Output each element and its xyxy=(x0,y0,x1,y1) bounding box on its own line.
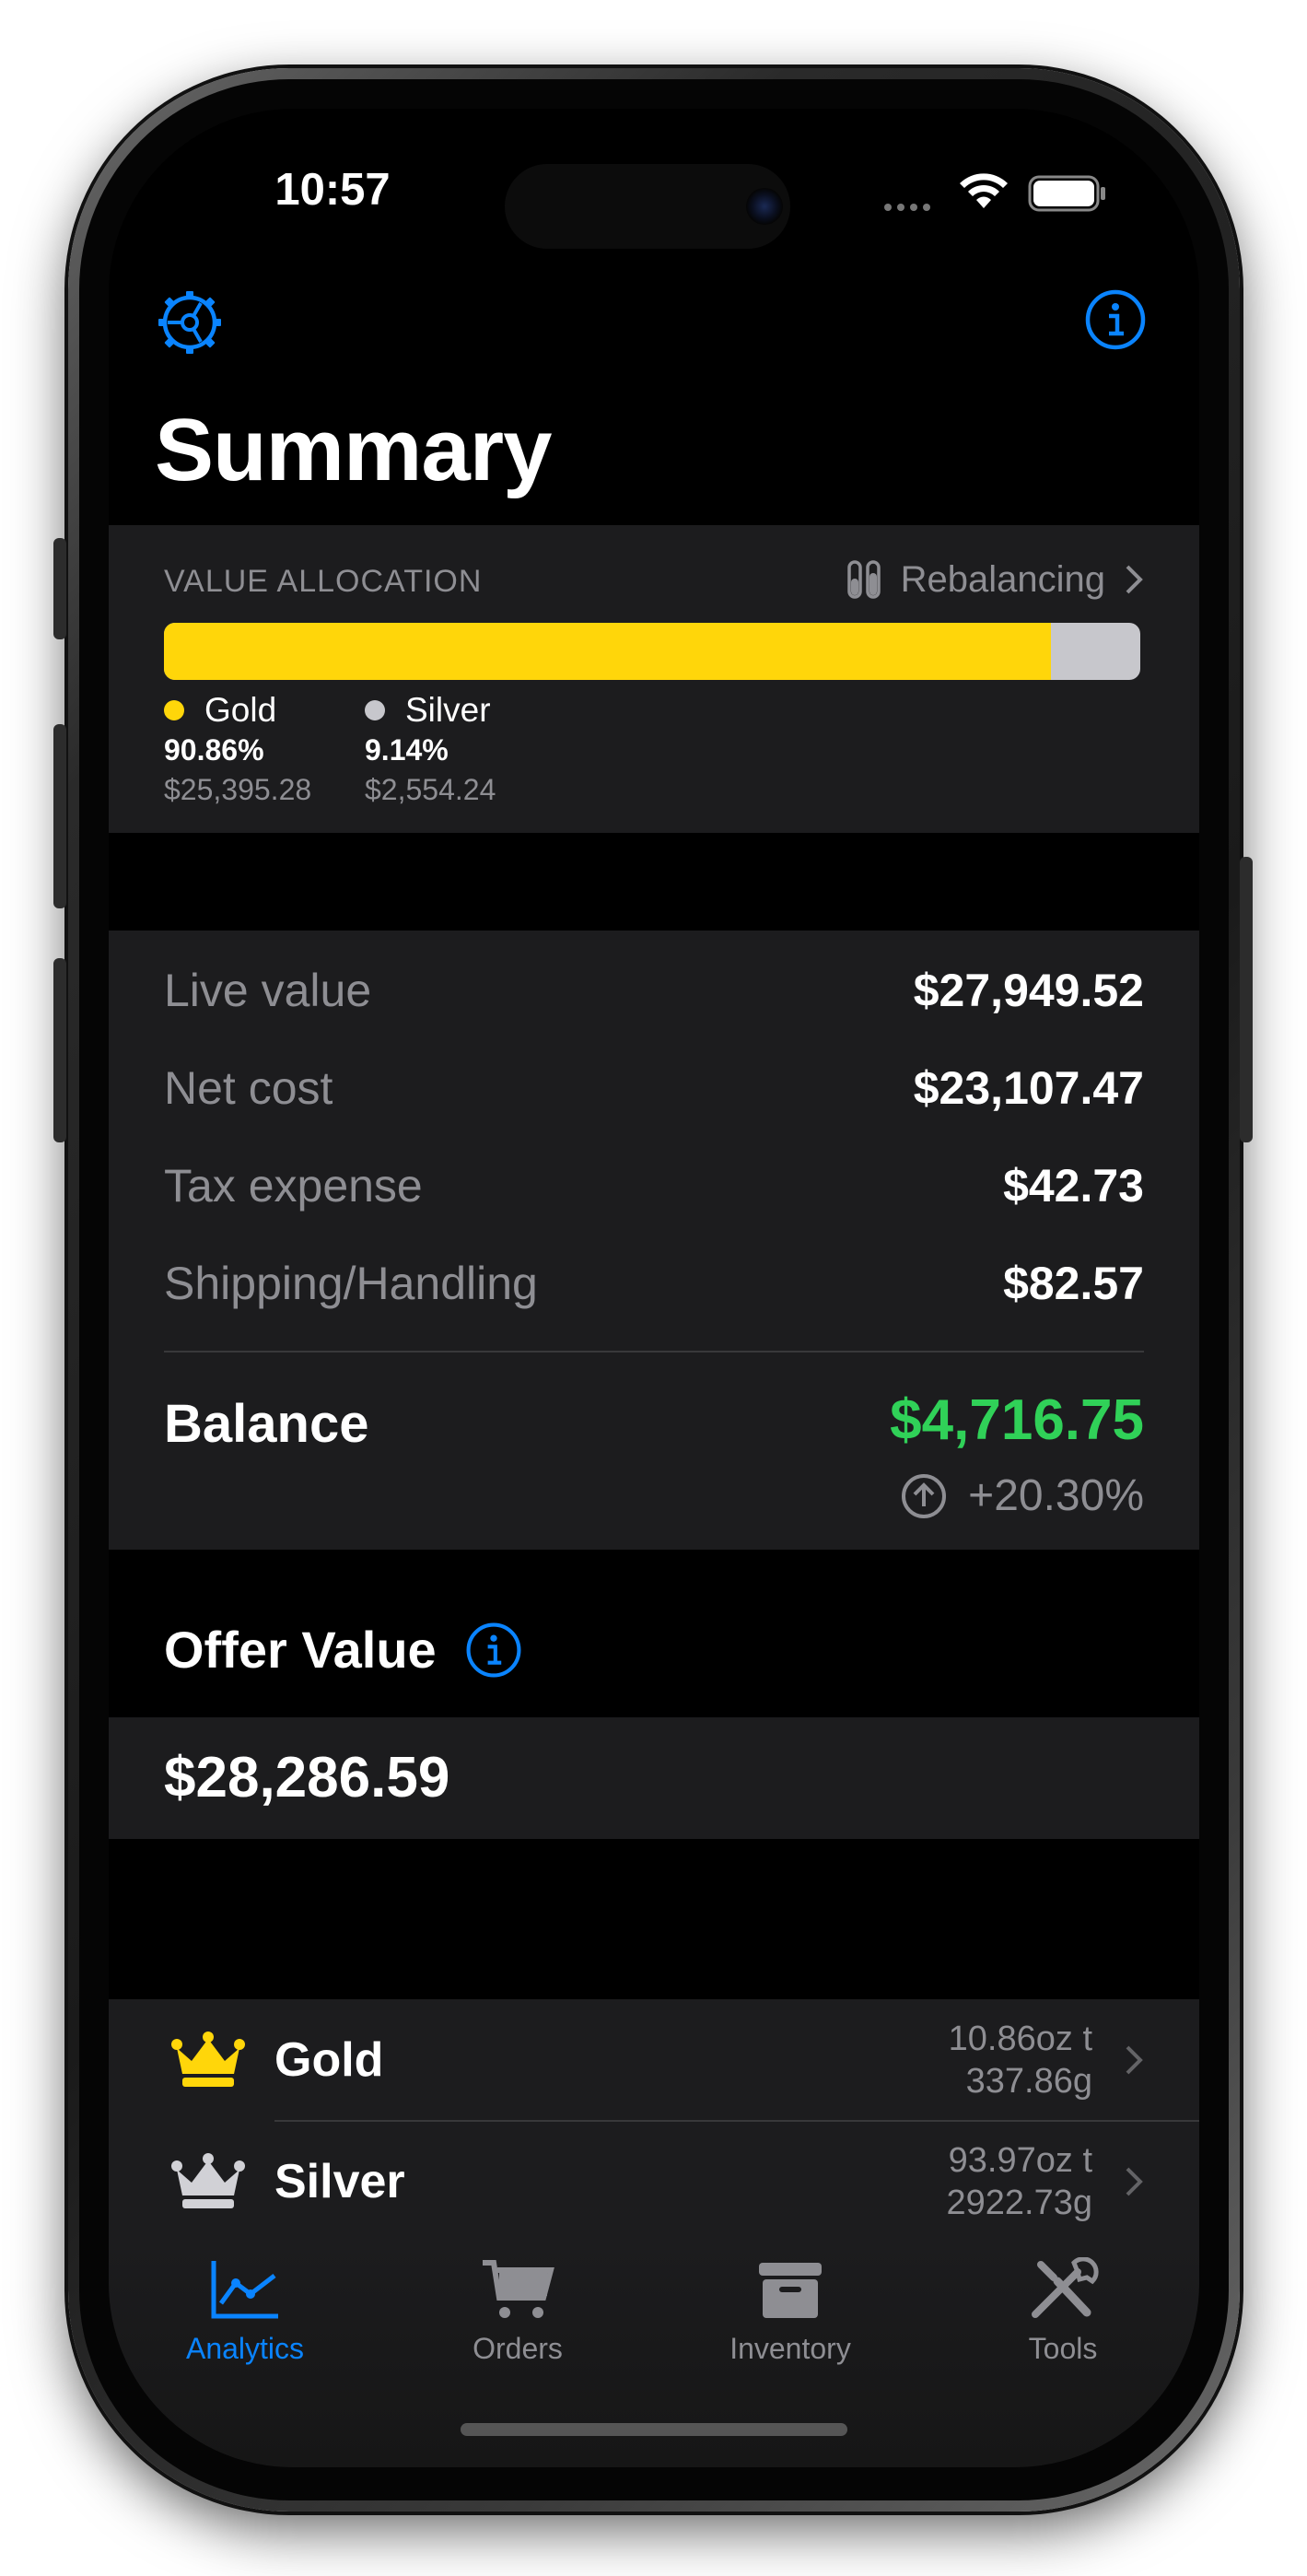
metals-list: Gold 10.86oz t 337.86g Silver 93.97oz t … xyxy=(109,1999,1199,2242)
tools-icon xyxy=(1032,2256,1099,2318)
allocation-bar xyxy=(164,623,1140,680)
info-icon[interactable] xyxy=(1083,287,1148,352)
crown-icon xyxy=(171,2032,245,2087)
tax-expense-label: Tax expense xyxy=(164,1160,423,1212)
tab-analytics[interactable]: Analytics xyxy=(109,2257,381,2366)
power-button xyxy=(1240,857,1253,1142)
totals-divider xyxy=(164,1351,1144,1352)
status-time: 10:57 xyxy=(274,165,391,215)
live-value-amount: $27,949.52 xyxy=(913,965,1144,1016)
silver-grams: 2922.73g xyxy=(946,2184,1093,2222)
gold-dot-icon xyxy=(164,700,184,720)
shipping-row: Shipping/Handling $82.57 xyxy=(164,1257,1144,1310)
legend-gold-name: Gold xyxy=(204,691,277,729)
tax-expense-amount: $42.73 xyxy=(1003,1160,1144,1212)
balance-value: $4,716.75 xyxy=(890,1388,1144,1452)
tab-orders[interactable]: Orders xyxy=(381,2257,654,2366)
legend-silver-name: Silver xyxy=(405,691,491,729)
metal-weights-silver: 93.97oz t 2922.73g xyxy=(947,2139,1093,2224)
chevron-right-icon xyxy=(1126,2045,1143,2075)
tab-tools-label: Tools xyxy=(1028,2332,1098,2365)
allocation-header: VALUE ALLOCATION xyxy=(164,564,483,599)
settings-gear-icon[interactable] xyxy=(155,287,225,357)
tab-analytics-label: Analytics xyxy=(185,2332,305,2365)
legend-silver-percent: 9.14% xyxy=(365,733,449,767)
legend-silver-amount: $2,554.24 xyxy=(365,773,496,806)
metal-name-silver: Silver xyxy=(274,2155,405,2208)
chevron-right-icon xyxy=(1126,565,1143,594)
camera-icon xyxy=(746,188,783,225)
live-value-row: Live value $27,949.52 xyxy=(164,964,1144,1017)
offer-value-heading: Offer Value xyxy=(164,1620,523,1680)
shipping-amount: $82.57 xyxy=(1003,1258,1144,1309)
cart-icon xyxy=(483,2260,554,2318)
balance-label: Balance xyxy=(164,1394,369,1454)
offer-value-card: $28,286.59 xyxy=(109,1717,1199,1839)
shipping-label: Shipping/Handling xyxy=(164,1258,538,1309)
live-value-label: Live value xyxy=(164,965,372,1016)
metal-weights-gold: 10.86oz t 337.86g xyxy=(949,2018,1092,2102)
net-cost-row: Net cost $23,107.47 xyxy=(164,1061,1144,1115)
legend-gold-percent: 90.86% xyxy=(164,733,264,767)
silver-dot-icon xyxy=(365,700,385,720)
tab-tools[interactable]: Tools xyxy=(927,2256,1199,2366)
volume-down-button xyxy=(53,958,66,1142)
signal-icon xyxy=(884,199,936,216)
page-title: Summary xyxy=(155,401,553,499)
tab-orders-label: Orders xyxy=(473,2332,563,2365)
silver-oz: 93.97oz t xyxy=(948,2141,1092,2180)
tax-expense-row: Tax expense $42.73 xyxy=(164,1159,1144,1212)
action-button xyxy=(53,538,66,639)
volume-up-button xyxy=(53,724,66,908)
home-indicator[interactable] xyxy=(461,2423,847,2436)
metal-row-gold[interactable]: Gold 10.86oz t 337.86g xyxy=(109,1999,1199,2122)
balance-percent: +20.30% xyxy=(900,1470,1144,1521)
value-allocation-card: VALUE ALLOCATION Rebalancing Gold 90.86%… xyxy=(109,525,1199,833)
screen: 10:57 Summary VALUE ALLOCATION Rebalanci… xyxy=(109,109,1199,2467)
wifi-icon xyxy=(960,173,1008,208)
net-cost-label: Net cost xyxy=(164,1062,333,1114)
balance-percent-text: +20.30% xyxy=(968,1471,1144,1520)
gold-oz: 10.86oz t xyxy=(948,2020,1092,2058)
legend-gold-amount: $25,395.28 xyxy=(164,773,312,806)
legend-silver: Silver 9.14% $2,554.24 xyxy=(365,691,496,807)
tab-inventory[interactable]: Inventory xyxy=(654,2257,927,2366)
legend-gold: Gold 90.86% $25,395.28 xyxy=(164,691,311,807)
metal-name-gold: Gold xyxy=(274,2033,384,2087)
archive-box-icon xyxy=(759,2263,822,2318)
gold-grams: 337.86g xyxy=(965,2062,1092,2101)
rebalancing-label: Rebalancing xyxy=(900,558,1105,600)
offer-value-amount: $28,286.59 xyxy=(164,1746,450,1809)
rebalancing-link[interactable]: Rebalancing xyxy=(846,558,1144,601)
tab-inventory-label: Inventory xyxy=(729,2332,851,2365)
net-cost-amount: $23,107.47 xyxy=(913,1062,1144,1114)
arrow-up-circle-icon xyxy=(902,1473,947,1518)
test-tubes-icon xyxy=(846,560,881,599)
metal-row-silver[interactable]: Silver 93.97oz t 2922.73g xyxy=(109,2121,1199,2242)
battery-icon xyxy=(1028,175,1105,212)
chevron-right-icon xyxy=(1126,2167,1143,2196)
offer-info-icon[interactable] xyxy=(464,1621,523,1680)
allocation-bar-gold xyxy=(164,623,1052,680)
offer-value-title: Offer Value xyxy=(164,1621,437,1679)
totals-card: Live value $27,949.52 Net cost $23,107.4… xyxy=(109,931,1199,1550)
chart-icon xyxy=(211,2261,278,2319)
crown-icon xyxy=(171,2153,245,2208)
